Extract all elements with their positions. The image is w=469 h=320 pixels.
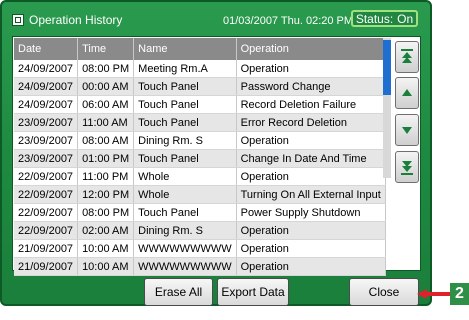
cell-name: Meeting Rm.A <box>133 60 237 78</box>
cell-name: Touch Panel <box>133 95 237 114</box>
cell-name: Whole <box>133 185 237 204</box>
cell-date: 24/09/2007 <box>14 95 79 114</box>
cell-date: 22/09/2007 <box>14 221 79 240</box>
table-row[interactable]: 23/09/2007 01:00 PM Touch Panel Change In D… <box>14 149 386 168</box>
scroll-thumb[interactable] <box>383 40 391 95</box>
operation-history-window: Operation History 01/03/2007 Thu. 02:20 … <box>0 0 432 306</box>
cell-time: 10:00 AM <box>77 239 135 258</box>
double-chevron-down-icon <box>401 161 413 175</box>
status-value: On <box>397 11 414 26</box>
double-chevron-up-icon <box>401 49 413 63</box>
table-row[interactable]: 24/09/2007 06:00 AM Touch Panel Record Dele… <box>14 95 386 114</box>
cell-time: 01:00 PM <box>77 149 135 168</box>
status-label: Status: <box>355 11 394 26</box>
cell-date: 23/09/2007 <box>14 131 79 150</box>
export-data-button[interactable]: Export Data <box>217 278 289 306</box>
cell-date: 23/09/2007 <box>14 149 79 168</box>
table-row[interactable]: 22/09/2007 12:00 PM Whole Turning On All Ex… <box>14 185 386 204</box>
header-time: Time <box>77 38 135 60</box>
header-operation: Operation <box>236 38 386 60</box>
table-row[interactable]: 23/09/2007 11:00 AM Touch Panel Error Recor… <box>14 113 386 132</box>
title-bar: Operation History 01/03/2007 Thu. 02:20 … <box>2 2 430 36</box>
cell-operation: Turning On All External Input <box>236 185 386 204</box>
cell-name: Touch Panel <box>133 203 237 222</box>
cell-time: 02:00 AM <box>77 221 135 240</box>
callout-number-badge: 2 <box>450 283 469 305</box>
status-indicator: Status: On <box>351 10 418 27</box>
cell-name: Dining Rm. S <box>133 221 237 240</box>
cell-time: 08:00 PM <box>77 60 135 78</box>
cell-date: 22/09/2007 <box>14 167 79 186</box>
cell-operation: Power Supply Shutdown <box>236 203 386 222</box>
table-header-row: Date Time Name Operation <box>14 38 386 60</box>
bottom-bar: Erase All Export Data Close <box>2 271 430 306</box>
cell-operation: Password Change <box>236 77 386 96</box>
cell-name: WWWWWWWWW <box>133 239 237 258</box>
arrow-down-icon <box>402 127 412 134</box>
history-list-area: Date Time Name Operation 24/09/2007 08:00… <box>12 36 421 276</box>
datetime-display: 01/03/2007 Thu. 02:20 PM <box>223 15 354 27</box>
close-button[interactable]: Close <box>349 278 419 306</box>
cell-date: 24/09/2007 <box>14 77 79 96</box>
cell-time: 11:00 PM <box>77 167 135 186</box>
cell-time: 12:00 PM <box>77 185 135 204</box>
page-down-button[interactable] <box>395 114 419 146</box>
page-up-button[interactable] <box>395 77 419 109</box>
cell-operation: Operation <box>236 167 386 186</box>
table-row[interactable]: 21/09/2007 10:00 AM WWWWWWWWW Operation <box>14 239 386 258</box>
cell-operation: Error Record Deletion <box>236 113 386 132</box>
table-row[interactable]: 24/09/2007 08:00 PM Meeting Rm.A Operation <box>14 60 386 78</box>
cell-time: 08:00 AM <box>77 131 135 150</box>
cell-operation: Operation <box>236 239 386 258</box>
history-rows: 24/09/2007 08:00 PM Meeting Rm.A Operation 2… <box>14 60 386 276</box>
cell-operation: Operation <box>236 131 386 150</box>
history-table: Date Time Name Operation 24/09/2007 08:00… <box>14 38 386 276</box>
cell-date: 21/09/2007 <box>14 239 79 258</box>
cell-time: 08:00 PM <box>77 203 135 222</box>
callout-arrow-icon <box>417 289 451 299</box>
cell-operation: Operation <box>236 60 386 78</box>
cell-date: 24/09/2007 <box>14 60 79 78</box>
window-icon <box>12 14 24 26</box>
cell-operation: Record Deletion Failure <box>236 95 386 114</box>
window-title: Operation History <box>29 13 123 27</box>
cell-time: 06:00 AM <box>77 95 135 114</box>
cell-name: Whole <box>133 167 237 186</box>
cell-name: Dining Rm. S <box>133 131 237 150</box>
table-row[interactable]: 22/09/2007 08:00 PM Touch Panel Power Suppl… <box>14 203 386 222</box>
arrow-up-icon <box>402 89 412 96</box>
cell-name: Touch Panel <box>133 77 237 96</box>
cell-name: Touch Panel <box>133 149 237 168</box>
scroll-to-top-button[interactable] <box>395 41 419 73</box>
cell-operation: Operation <box>236 221 386 240</box>
cell-date: 22/09/2007 <box>14 203 79 222</box>
header-date: Date <box>14 38 79 60</box>
scroll-to-bottom-button[interactable] <box>395 151 419 183</box>
erase-all-button[interactable]: Erase All <box>144 278 213 306</box>
cell-time: 11:00 AM <box>77 113 135 132</box>
cell-time: 00:00 AM <box>77 77 135 96</box>
table-row[interactable]: 22/09/2007 11:00 PM Whole Operation <box>14 167 386 186</box>
table-row[interactable]: 23/09/2007 08:00 AM Dining Rm. S Operation <box>14 131 386 150</box>
cell-name: Touch Panel <box>133 113 237 132</box>
header-name: Name <box>133 38 237 60</box>
cell-date: 23/09/2007 <box>14 113 79 132</box>
cell-operation: Change In Date And Time <box>236 149 386 168</box>
cell-date: 22/09/2007 <box>14 185 79 204</box>
table-row[interactable]: 22/09/2007 02:00 AM Dining Rm. S Operation <box>14 221 386 240</box>
table-row[interactable]: 24/09/2007 00:00 AM Touch Panel Password Ch… <box>14 77 386 96</box>
